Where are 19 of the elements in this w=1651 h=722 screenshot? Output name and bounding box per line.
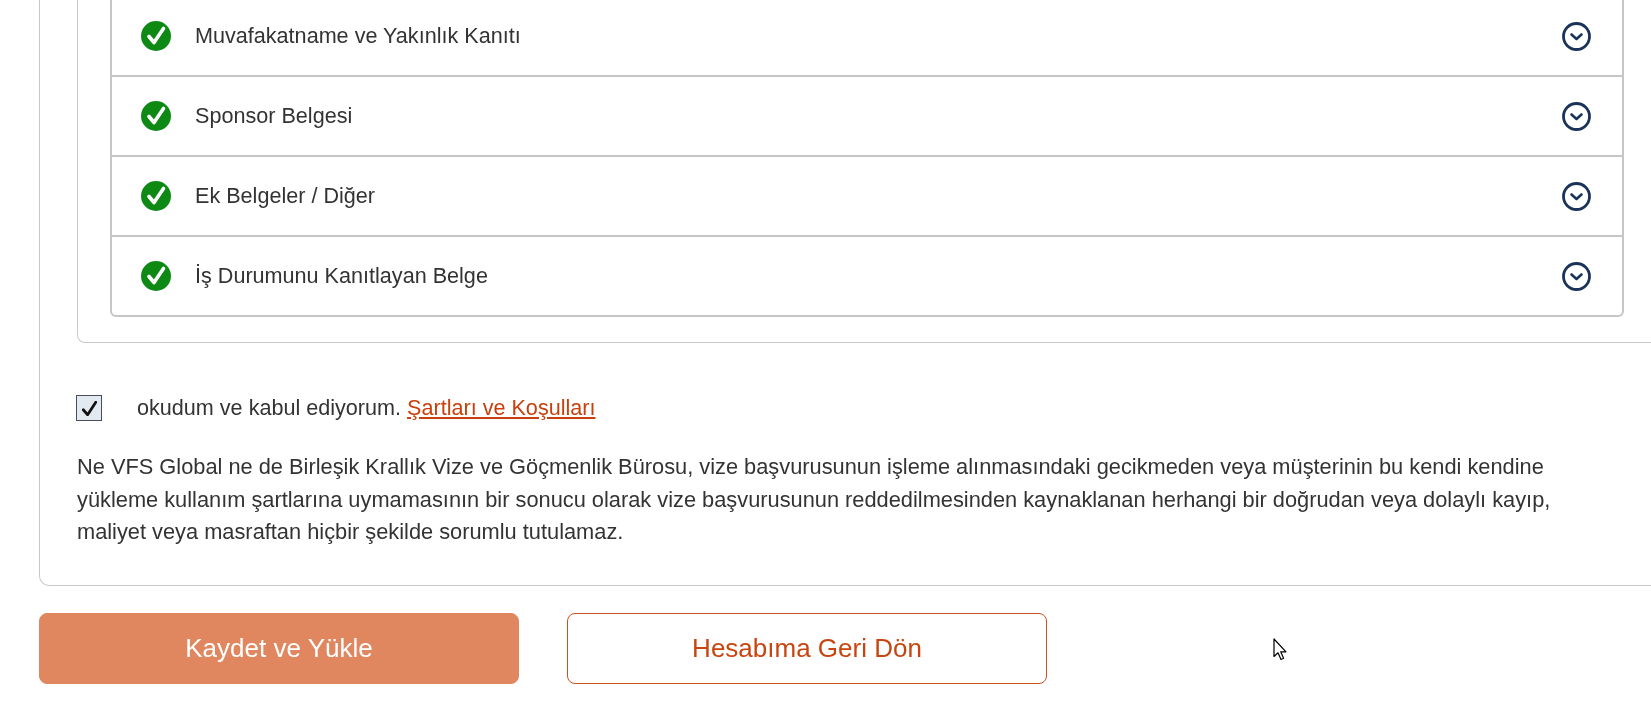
terms-link[interactable]: Şartları ve Koşulları: [407, 395, 596, 421]
document-label: Muvafakatname ve Yakınlık Kanıtı: [195, 23, 522, 49]
checkbox[interactable]: [76, 395, 102, 421]
chevron-down-circle-icon[interactable]: [1562, 261, 1591, 291]
document-label: Ek Belgeler / Diğer: [195, 183, 377, 209]
document-row[interactable]: Muvafakatname ve Yakınlık Kanıtı: [112, 0, 1622, 77]
document-label: Sponsor Belgesi: [195, 103, 354, 129]
document-row[interactable]: İş Durumunu Kanıtlayan Belge: [112, 237, 1622, 315]
document-row[interactable]: Ek Belgeler / Diğer: [112, 157, 1622, 237]
document-row[interactable]: Sponsor Belgesi: [112, 77, 1622, 157]
disclaimer-text: Ne VFS Global ne de Birleşik Krallık Vize ve Göçmenlik Bürosu, vize başvurusunun işleme alınmasındaki gecikmeden veya müşterinin bu kendi kendine yükleme kullanım şartlarına uymamasının bir sonucu olarak vize başvurusunun reddedilmesinden kaynaklanan herhangi bir doğrudan veya dolaylı kayıp, maliyet veya masraftan hiçbir şekilde sorumlu tutulamaz.: [77, 453, 1552, 546]
back-to-account-button[interactable]: Hesabıma Geri Dön: [567, 612, 1047, 684]
chevron-down-circle-icon[interactable]: [1562, 101, 1591, 131]
mouse-pointer-icon: [1273, 638, 1288, 661]
checkmark-icon: [81, 400, 97, 416]
consent-label: okudum ve kabul ediyorum.: [137, 395, 402, 421]
document-label: İş Durumunu Kanıtlayan Belge: [195, 263, 489, 289]
chevron-down-circle-icon[interactable]: [1562, 21, 1591, 51]
chevron-down-circle-icon[interactable]: [1562, 181, 1591, 211]
